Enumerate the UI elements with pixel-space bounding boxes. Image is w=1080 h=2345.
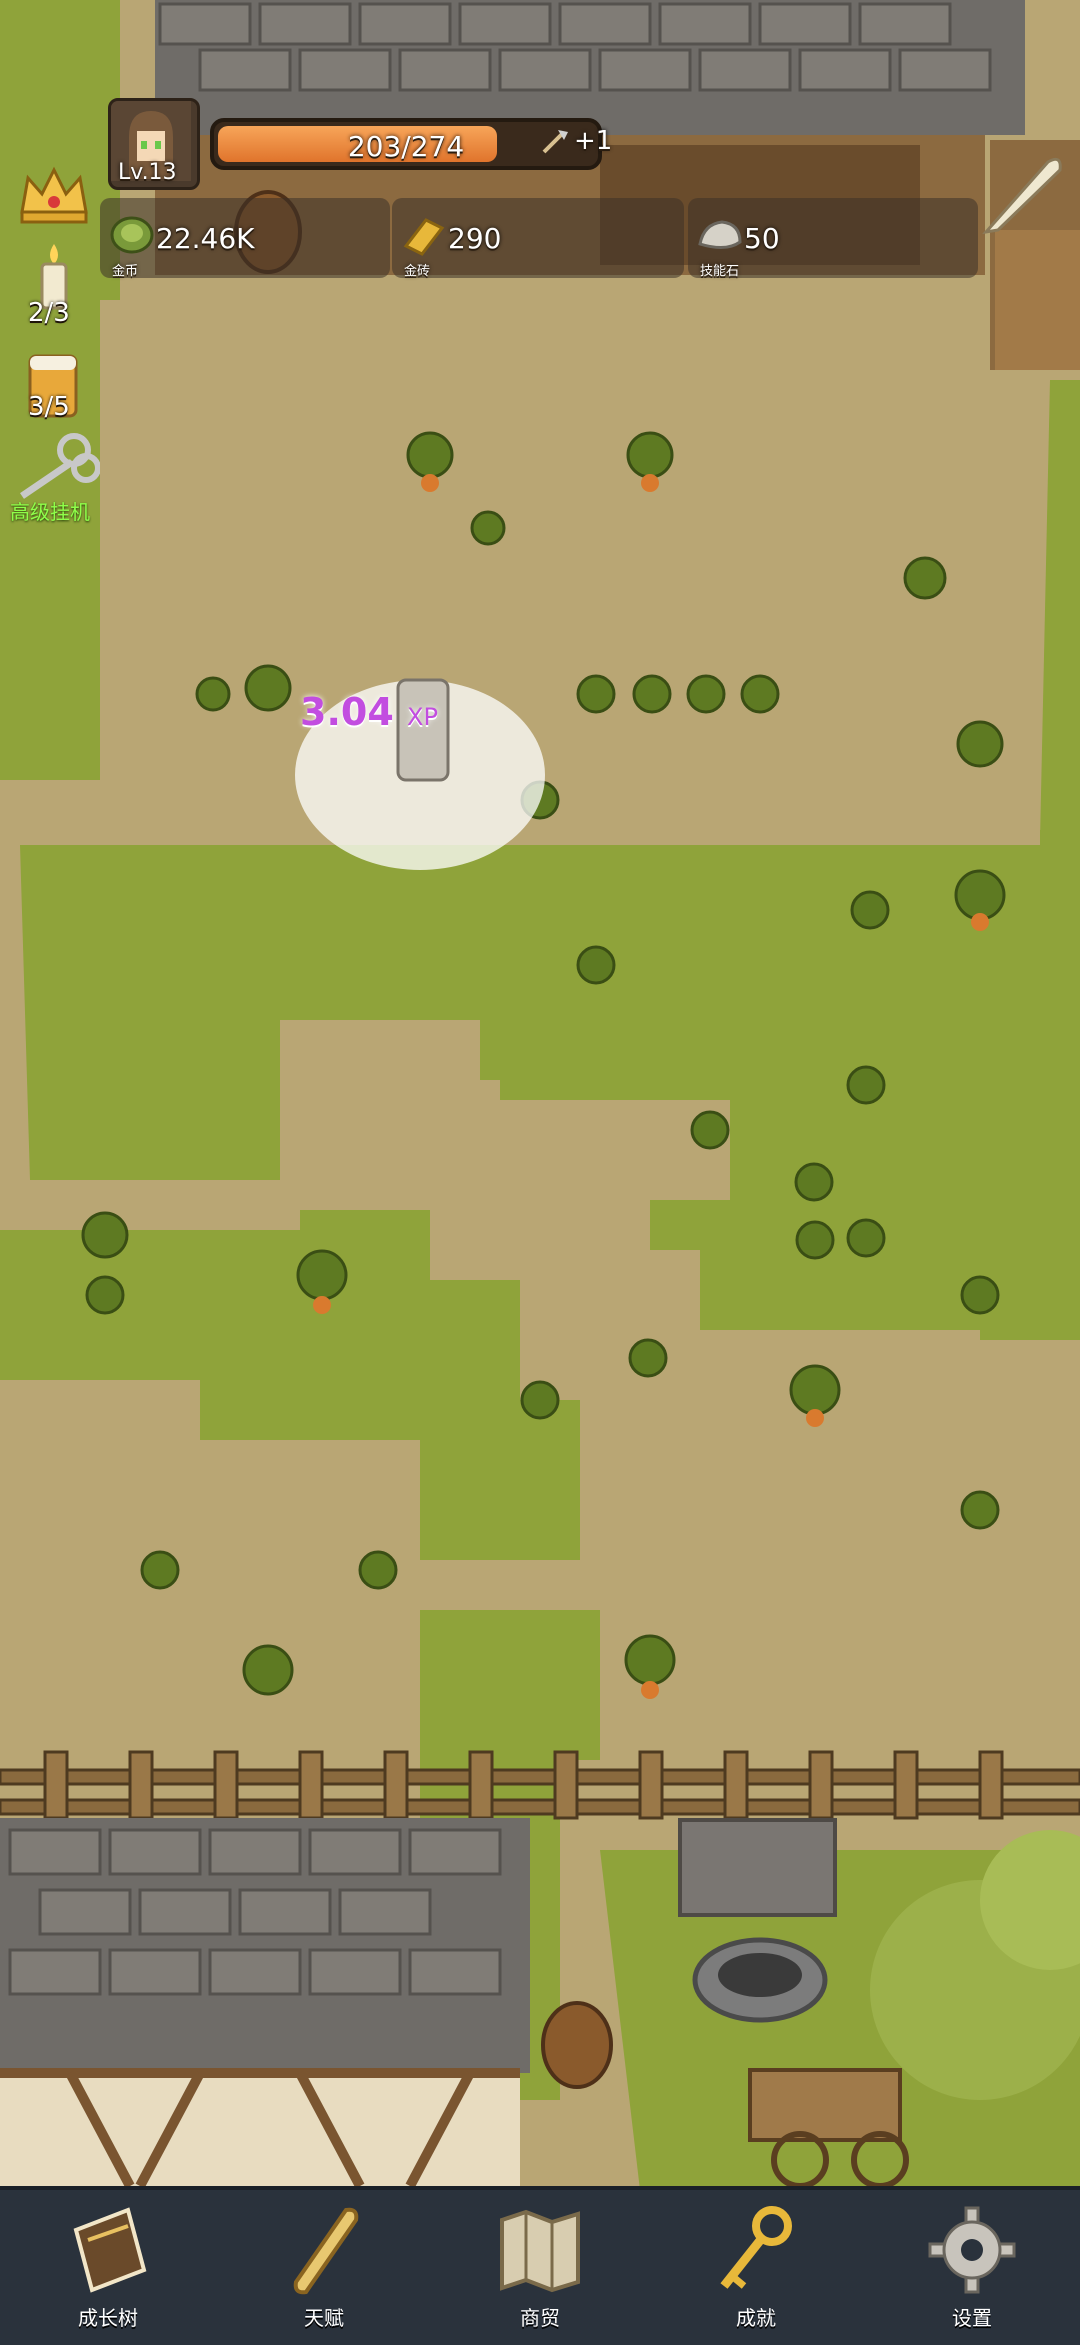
skill-stone-value: 50 <box>744 222 780 255</box>
nav-achievement[interactable]: 成就 <box>686 2200 826 2340</box>
nav-trade-label: 商贸 <box>520 2306 560 2330</box>
nav-growth-tree-label: 成长树 <box>78 2306 138 2330</box>
book-icon <box>73 2207 147 2293</box>
quill-icon[interactable] <box>978 150 1068 240</box>
candle-count: 2/3 <box>28 298 70 328</box>
hoe-icon <box>542 130 568 154</box>
nav-talent-label: 天赋 <box>304 2306 344 2330</box>
auto-idle-label[interactable]: 高级挂机 <box>10 496 90 525</box>
farm-scene <box>0 0 1080 2345</box>
skill-stone-label: 技能石 <box>700 264 740 279</box>
scroll-icon <box>293 2207 359 2295</box>
player-level: Lv.13 <box>118 160 177 185</box>
gold-coin-icon <box>110 216 154 254</box>
gold-bar-icon <box>403 218 445 256</box>
nav-talent[interactable]: 天赋 <box>254 2200 394 2340</box>
wind-up-key-icon[interactable] <box>14 432 100 502</box>
nav-growth-tree[interactable]: 成长树 <box>38 2200 178 2340</box>
xp-bonus: +1 <box>540 126 612 156</box>
nav-achievement-label: 成就 <box>736 2306 776 2330</box>
gold-coin-value: 22.46K <box>156 222 255 255</box>
resource-skill-stone[interactable]: 50 技能石 <box>688 198 978 279</box>
xp-gain-popup: 3.04 XP <box>300 690 438 734</box>
nav-settings-label: 设置 <box>952 2306 992 2330</box>
nav-trade[interactable]: 商贸 <box>470 2200 610 2340</box>
crown-icon[interactable] <box>14 160 94 230</box>
xp-bonus-value: +1 <box>574 126 613 156</box>
resource-gold-coin[interactable]: 22.46K 金币 <box>100 198 390 279</box>
cart <box>748 2068 902 2142</box>
key-icon <box>720 2206 792 2289</box>
xp-gain-value: 3.04 <box>300 690 394 734</box>
resource-gold-bar[interactable]: 290 金砖 <box>392 198 684 279</box>
beer-count: 3/5 <box>28 392 70 422</box>
gear-icon <box>928 2206 1016 2294</box>
barrel <box>541 2001 613 2089</box>
xp-gain-unit: XP <box>407 703 438 731</box>
skill-stone-icon <box>698 220 742 249</box>
gold-bar-value: 290 <box>448 222 502 255</box>
gold-coin-label: 金币 <box>112 264 139 279</box>
map-icon <box>500 2209 580 2293</box>
bottom-nav: 成长树 天赋 商贸 成就 设置 <box>0 2186 1080 2345</box>
well-roof <box>678 1818 837 1917</box>
nav-settings[interactable]: 设置 <box>902 2200 1042 2340</box>
gold-bar-label: 金砖 <box>404 264 431 279</box>
